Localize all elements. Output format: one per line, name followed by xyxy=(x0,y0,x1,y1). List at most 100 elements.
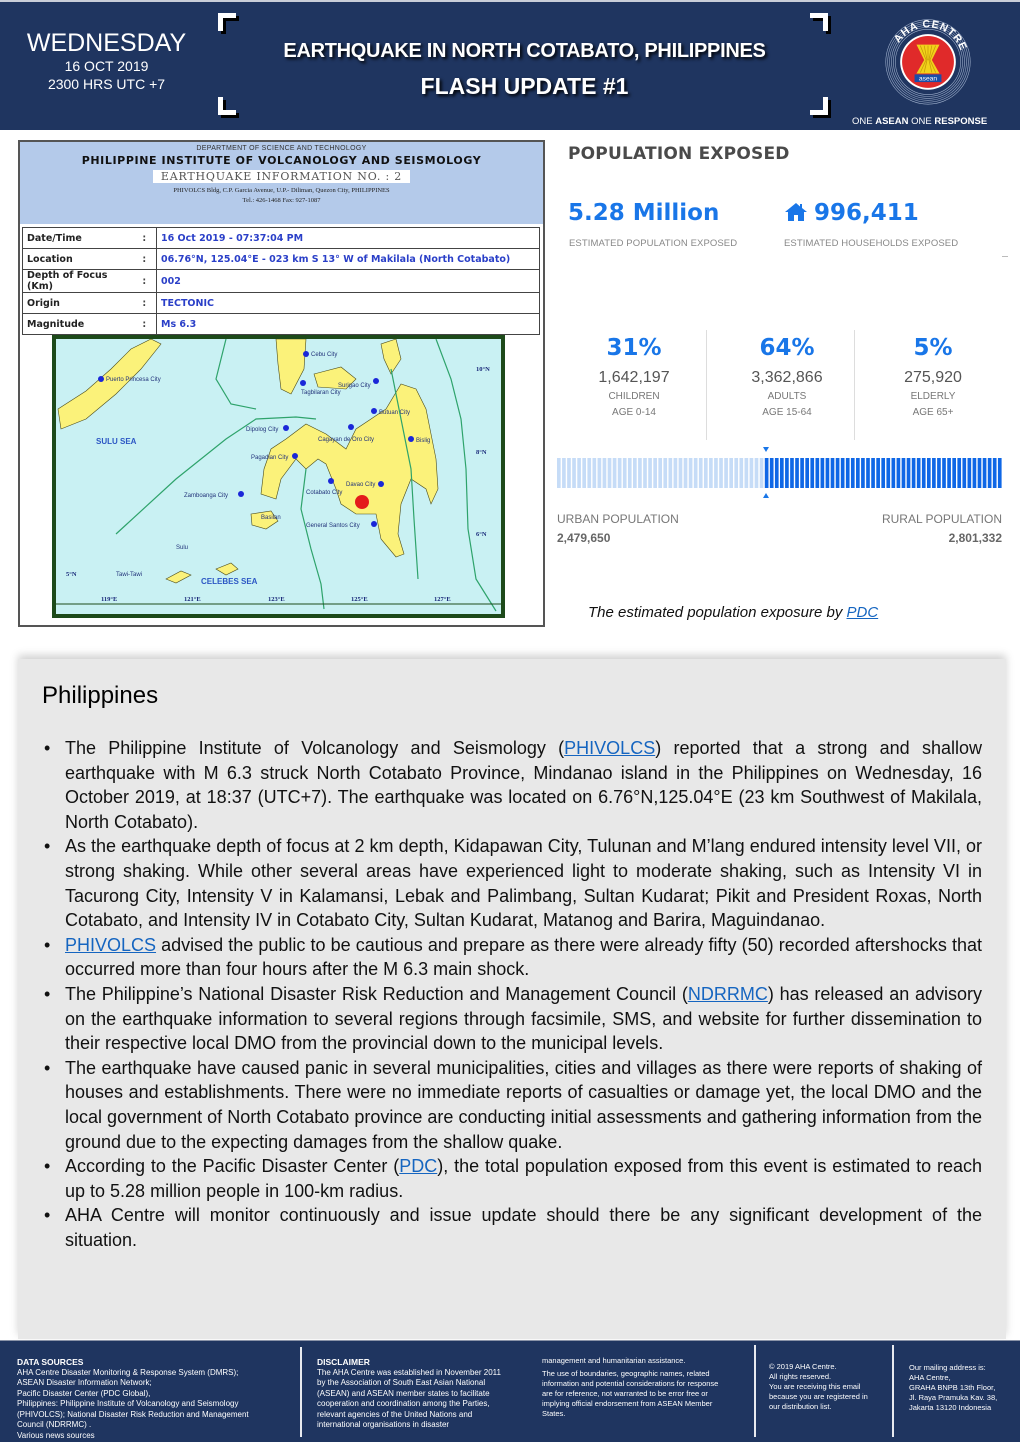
urban-bar-segment xyxy=(648,458,652,488)
age-label: CHILDREN xyxy=(608,391,660,402)
urban-bar-segment xyxy=(567,458,571,488)
age-range: AGE 15-64 xyxy=(762,407,812,418)
rural-bar-segment xyxy=(850,458,855,488)
urban-bar-segment xyxy=(729,458,733,488)
age-range: AGE 0-14 xyxy=(612,407,656,418)
bullet-text: According to the Pacific Disaster Center… xyxy=(65,1156,400,1177)
disclaimer-line: management and humanitarian assistance. xyxy=(542,1356,686,1365)
svg-text:121°E: 121°E xyxy=(184,596,201,603)
disclaimer-line: (ASEAN) and ASEAN member states to facil… xyxy=(317,1388,490,1398)
table-row: Date/Time:16 Oct 2019 - 07:37:04 PM xyxy=(22,227,540,249)
rural-bar-segment xyxy=(866,458,870,488)
age-group-children: 31% 1,642,197 CHILDREN AGE 0-14 xyxy=(559,335,709,421)
rural-bar-segment xyxy=(952,458,956,488)
urban-bar-segment xyxy=(744,458,749,488)
svg-text:Cagayan de Oro City: Cagayan de Oro City xyxy=(318,437,374,443)
source-line: (PHIVOLCS); National Disaster Risk Reduc… xyxy=(17,1409,249,1419)
footer: DATA SOURCES AHA Centre Disaster Monitor… xyxy=(0,1340,1020,1442)
source-line: ASEAN Disaster Information Network; xyxy=(17,1378,152,1387)
aha-centre-logo: asean AHA CENTRE xyxy=(885,18,971,105)
rural-bar-segment xyxy=(926,458,931,488)
rural-bar-segment xyxy=(820,458,825,488)
svg-text:Dipolog City: Dipolog City xyxy=(246,427,278,433)
corner-bracket-icon xyxy=(810,13,828,31)
urban-bar-segment xyxy=(698,458,703,488)
rural-bar-segment xyxy=(790,458,794,488)
svg-text:Bislig: Bislig xyxy=(416,438,430,444)
table-row: Origin: TECTONIC xyxy=(22,292,540,314)
phivolcs-link[interactable]: PHIVOLCS xyxy=(564,738,655,758)
sources-title: DATA SOURCES xyxy=(17,1357,84,1367)
pdc-link[interactable]: PDC xyxy=(847,604,879,621)
list-item: The earthquake have caused panic in seve… xyxy=(42,1056,982,1154)
data-sources: DATA SOURCES AHA Centre Disaster Monitor… xyxy=(17,1357,297,1441)
urban-bar-segment xyxy=(612,458,617,488)
rural-bar-segment xyxy=(876,458,880,488)
rural-bar-segment xyxy=(957,458,962,488)
rural-bar-segment xyxy=(972,458,977,488)
urban-bar-segment xyxy=(663,458,668,488)
urban-bar-segment xyxy=(572,458,576,488)
earthquake-info-table: Date/Time:16 Oct 2019 - 07:37:04 PM Loca… xyxy=(22,227,540,335)
urban-bar-segment xyxy=(592,458,597,488)
table-row: Location:06.76°N, 125.04°E - 023 km S 13… xyxy=(22,248,540,270)
rural-bar-segment xyxy=(891,458,896,488)
bulletin-number: EARTHQUAKE INFORMATION NO. : 2 xyxy=(152,170,411,183)
row-value: TECTONIC xyxy=(156,292,540,314)
row-value: Ms 6.3 xyxy=(156,313,540,335)
rural-bar-segment xyxy=(769,458,774,488)
urban-bar-segment xyxy=(582,458,587,488)
update-title: FLASH UPDATE #1 xyxy=(420,73,629,99)
house-icon xyxy=(785,203,807,221)
rural-label: RURAL POPULATION xyxy=(881,512,1002,526)
age-count: 1,642,197 xyxy=(598,369,670,386)
urban-bar-segment xyxy=(709,458,713,488)
urban-bar-segment xyxy=(587,458,592,488)
row-key: Depth of Focus (Km) xyxy=(22,269,133,293)
urban-bar-segment xyxy=(643,458,647,488)
split-marker-bottom-icon xyxy=(763,493,770,498)
address-line: AHA Centre, xyxy=(909,1373,951,1382)
urban-bar-segment xyxy=(658,458,663,488)
bullet-text: The Philippine’s National Disaster Risk … xyxy=(65,983,688,1004)
disclaimer-line: information and potential considerations… xyxy=(542,1379,719,1388)
svg-text:Surigao City: Surigao City xyxy=(338,383,371,389)
svg-text:Butuan City: Butuan City xyxy=(379,410,410,416)
urban-bar-segment xyxy=(617,458,622,488)
urban-bar-segment xyxy=(759,458,764,488)
rural-bar-segment xyxy=(916,458,921,488)
rural-bar-segment xyxy=(800,458,804,488)
divider xyxy=(300,1347,302,1437)
source-line: AHA Centre Disaster Monitoring & Respons… xyxy=(17,1367,239,1377)
svg-text:Zamboanga City: Zamboanga City xyxy=(184,493,228,499)
source-line: Council (NDRRMC) . xyxy=(17,1420,92,1429)
disclaimer-line: States. xyxy=(542,1409,566,1418)
sulu xyxy=(215,562,239,576)
split-marker-top-icon xyxy=(763,447,770,452)
divider xyxy=(854,330,855,440)
palawan xyxy=(57,339,162,430)
pdc-caption: The estimated population exposure by PDC xyxy=(588,604,878,621)
population-exposed-panel: POPULATION EXPOSED 5.28 Million ESTIMATE… xyxy=(556,140,1012,560)
rural-bar-segment xyxy=(987,458,992,488)
urban-bar-segment xyxy=(633,458,637,488)
address-line: Jl. Raya Pramuka Kav. 38, xyxy=(909,1393,998,1402)
svg-text:Pagadian City: Pagadian City xyxy=(251,455,288,461)
urban-label: URBAN POPULATION xyxy=(557,512,679,526)
age-group-adults: 64% 3,362,866 ADULTS AGE 15-64 xyxy=(712,335,862,421)
ndrrmc-link[interactable]: NDRRMC xyxy=(688,984,768,1004)
svg-text:Sulu: Sulu xyxy=(176,545,188,551)
phivolcs-link[interactable]: PHIVOLCS xyxy=(65,935,156,955)
svg-text:119°E: 119°E xyxy=(101,596,117,603)
address-line: Jakarta 13120 Indonesia xyxy=(909,1403,992,1412)
copyright: © 2019 AHA Centre. All rights reserved. … xyxy=(769,1362,894,1412)
list-item: As the earthquake depth of focus at 2 km… xyxy=(42,834,982,932)
age-pct: 31% xyxy=(606,335,662,361)
pdc-link[interactable]: PDC xyxy=(399,1156,437,1176)
urban-bar-segment xyxy=(673,458,678,488)
svg-text:SULU SEA: SULU SEA xyxy=(96,437,137,446)
list-item: The Philippine Institute of Volcanology … xyxy=(42,736,982,834)
tagline: ONE ASEAN ONE RESPONSE xyxy=(852,116,1012,127)
rural-bar-segment xyxy=(825,458,830,488)
urban-bar-segment xyxy=(653,458,657,488)
